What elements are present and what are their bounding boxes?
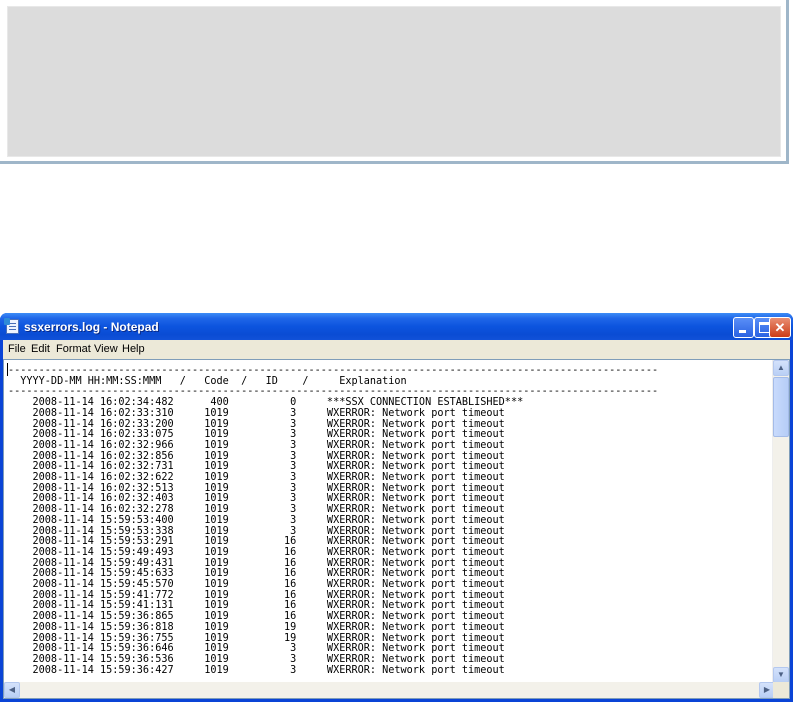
log-row: 2008-11-14 16:02:33:310 1019 3 WXERROR: …: [32, 407, 505, 419]
size-grip[interactable]: [773, 682, 789, 698]
log-row: 2008-11-14 15:59:53:400 1019 3 WXERROR: …: [32, 514, 505, 526]
log-row: 2008-11-14 15:59:36:646 1019 3 WXERROR: …: [32, 643, 505, 655]
log-row: 2008-11-14 15:59:36:818 1019 19 WXERROR:…: [32, 621, 505, 633]
scroll-down-button[interactable]: ▼: [773, 667, 789, 683]
log-row: 2008-11-14 16:02:32:966 1019 3 WXERROR: …: [32, 439, 505, 451]
close-icon: ✕: [774, 320, 786, 335]
log-row: 2008-11-14 15:59:49:431 1019 16 WXERROR:…: [32, 557, 505, 569]
horizontal-scrollbar[interactable]: ◀ ▶: [4, 682, 775, 698]
log-separator: ----------------------------------------…: [8, 365, 659, 376]
log-row: 2008-11-14 16:02:32:731 1019 3 WXERROR: …: [32, 461, 505, 473]
menu-edit[interactable]: Edit: [31, 343, 50, 355]
log-row: 2008-11-14 16:02:32:622 1019 3 WXERROR: …: [32, 472, 505, 484]
down-arrow-icon: ▼: [777, 670, 785, 679]
log-row: 2008-11-14 16:02:32:403 1019 3 WXERROR: …: [32, 493, 505, 505]
log-row: 2008-11-14 16:02:32:513 1019 3 WXERROR: …: [32, 482, 505, 494]
notepad-window: ssxerrors.log - Notepad ✕ File Edit Form…: [0, 313, 793, 702]
log-row: 2008-11-14 15:59:36:755 1019 19 WXERROR:…: [32, 632, 505, 644]
log-row: 2008-11-14 15:59:49:493 1019 16 WXERROR:…: [32, 546, 505, 558]
up-arrow-icon: ▲: [777, 363, 785, 372]
log-separator: ----------------------------------------…: [8, 386, 659, 398]
close-button[interactable]: ✕: [769, 317, 791, 338]
panel-body: [7, 6, 781, 157]
menu-format[interactable]: Format: [56, 343, 91, 355]
log-row: 2008-11-14 15:59:36:427 1019 3 WXERROR: …: [32, 664, 505, 676]
log-row: 2008-11-14 15:59:53:338 1019 3 WXERROR: …: [32, 525, 505, 537]
log-row: 2008-11-14 15:59:41:131 1019 16 WXERROR:…: [32, 600, 505, 612]
log-row: 2008-11-14 15:59:36:536 1019 3 WXERROR: …: [32, 653, 505, 665]
log-row: 2008-11-14 15:59:45:570 1019 16 WXERROR:…: [32, 579, 505, 591]
top-grey-panel: [0, 0, 789, 164]
menu-bar: File Edit Format View Help: [3, 340, 790, 359]
vertical-scrollbar[interactable]: ▲ ▼: [772, 360, 789, 683]
log-row: 2008-11-14 16:02:33:075 1019 3 WXERROR: …: [32, 429, 505, 441]
minimize-icon: [739, 330, 746, 333]
log-row: 2008-11-14 15:59:45:633 1019 16 WXERROR:…: [32, 568, 505, 580]
menu-file[interactable]: File: [8, 343, 26, 355]
title-bar[interactable]: ssxerrors.log - Notepad ✕: [0, 313, 793, 340]
log-header: YYYY-DD-MM HH:MM:SS:MMM / Code / ID / Ex…: [20, 375, 407, 387]
text-area[interactable]: ----------------------------------------…: [4, 360, 775, 683]
log-content[interactable]: ----------------------------------------…: [8, 365, 659, 676]
notepad-icon[interactable]: [4, 318, 19, 334]
menu-help[interactable]: Help: [122, 343, 145, 355]
right-arrow-icon: ▶: [763, 685, 771, 694]
panel-shadow-bottom: [0, 161, 789, 164]
scroll-left-button[interactable]: ◀: [4, 682, 20, 698]
log-row: 2008-11-14 15:59:53:291 1019 16 WXERROR:…: [32, 536, 505, 548]
log-row: 2008-11-14 15:59:41:772 1019 16 WXERROR:…: [32, 589, 505, 601]
log-row: 2008-11-14 16:02:33:200 1019 3 WXERROR: …: [32, 418, 505, 430]
log-row: 2008-11-14 16:02:34:482 400 0 ***SSX CON…: [32, 397, 524, 409]
scroll-up-button[interactable]: ▲: [773, 360, 789, 376]
editor-area[interactable]: ----------------------------------------…: [3, 359, 790, 699]
left-arrow-icon: ◀: [8, 685, 16, 694]
vertical-scroll-thumb[interactable]: [773, 377, 789, 437]
log-row: 2008-11-14 15:59:36:865 1019 16 WXERROR:…: [32, 611, 505, 623]
window-title: ssxerrors.log - Notepad: [24, 320, 159, 334]
panel-shadow-right: [786, 0, 789, 164]
log-row: 2008-11-14 16:02:32:278 1019 3 WXERROR: …: [32, 504, 505, 516]
log-row: 2008-11-14 16:02:32:856 1019 3 WXERROR: …: [32, 450, 505, 462]
menu-view[interactable]: View: [94, 343, 118, 355]
minimize-button[interactable]: [733, 317, 754, 338]
